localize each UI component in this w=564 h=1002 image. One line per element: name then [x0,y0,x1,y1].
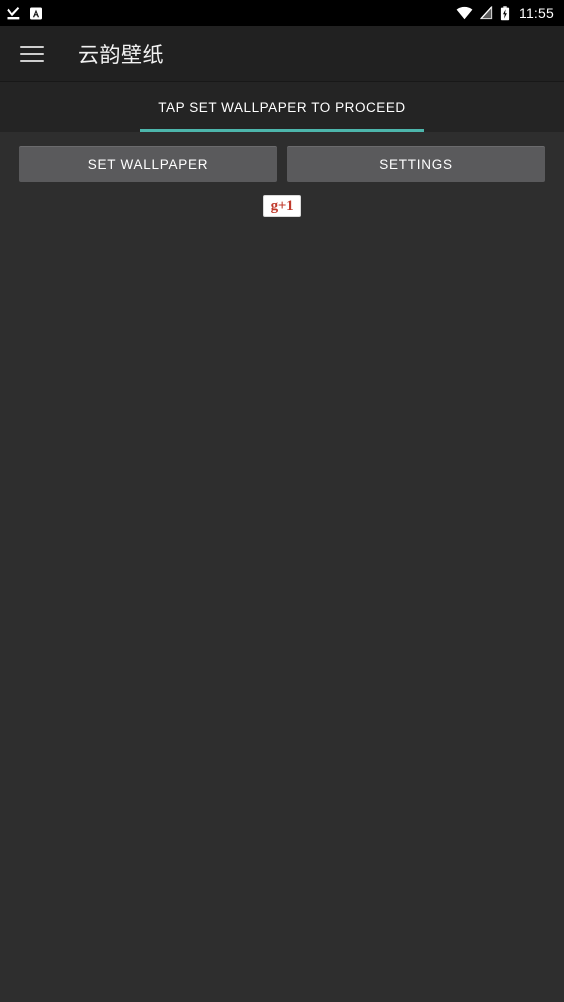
set-wallpaper-button[interactable]: SET WALLPAPER [19,146,277,182]
menu-bar-bottom [20,60,44,62]
hamburger-menu-icon[interactable] [20,39,50,69]
battery-charging-icon [500,5,510,21]
settings-button[interactable]: SETTINGS [287,146,545,182]
menu-bar-top [20,46,44,48]
status-bar: 11:55 [0,0,564,26]
menu-bar-middle [20,53,44,55]
main-content: SET WALLPAPER SETTINGS g+1 [0,132,564,1002]
notification-app-icon [29,6,43,21]
page-title: 云韵壁纸 [78,44,164,67]
google-plus-one-button[interactable]: g+1 [263,195,301,217]
tab-bar: TAP SET WALLPAPER TO PROCEED [0,82,564,132]
wallpaper-preview-area [0,217,564,1002]
status-bar-system-icons: 11:55 [456,5,554,21]
app-screen: 11:55 云韵壁纸 TAP SET WALLPAPER TO PROCEED … [0,0,564,1002]
status-bar-notifications [6,6,43,21]
no-sim-icon [479,5,493,20]
action-button-row: SET WALLPAPER SETTINGS [0,132,564,182]
download-complete-icon [6,6,21,21]
wifi-icon [456,6,473,20]
tab-tap-set-wallpaper-to-proceed[interactable]: TAP SET WALLPAPER TO PROCEED [140,82,424,132]
plus-one-label: g+1 [270,197,294,214]
status-bar-clock: 11:55 [519,5,554,21]
plus-one-row: g+1 [0,182,564,217]
app-bar: 云韵壁纸 [0,26,564,82]
tab-selected-indicator [140,129,424,132]
tab-label: TAP SET WALLPAPER TO PROCEED [158,99,406,115]
